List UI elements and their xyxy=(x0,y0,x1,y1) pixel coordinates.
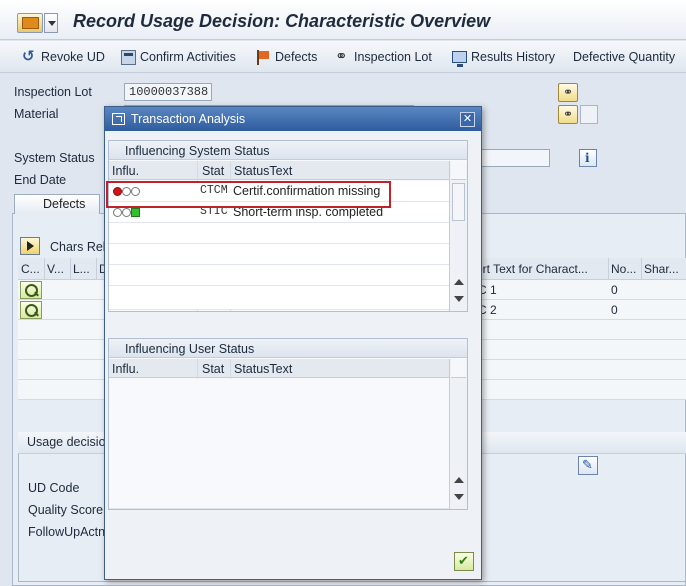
col-header-c: C... xyxy=(21,262,40,276)
title-bar: Record Usage Decision: Characteristic Ov… xyxy=(0,0,686,40)
user-status-section-title: Influencing User Status xyxy=(109,339,467,358)
scroll-header-cell xyxy=(451,359,466,378)
system-status-label: System Status xyxy=(14,151,95,165)
confirm-activities-label: Confirm Activities xyxy=(140,50,236,64)
user-status-scrollbar[interactable] xyxy=(449,359,467,509)
scroll-down-icon[interactable] xyxy=(454,494,464,500)
col-influ: Influ. xyxy=(112,164,140,178)
confirm-check-button[interactable] xyxy=(454,552,474,571)
dialog-title: Transaction Analysis xyxy=(131,112,246,126)
zoom-icon[interactable] xyxy=(20,281,42,299)
empty-row xyxy=(109,244,449,265)
menu-dropdown-button[interactable] xyxy=(44,13,58,33)
revoke-ud-label: Revoke UD xyxy=(41,50,105,64)
green-light-icon xyxy=(131,208,140,217)
inspection-lot-label: Inspection Lot xyxy=(354,50,432,64)
col-header-short-text: ort Text for Charact... xyxy=(476,262,588,276)
zoom-icon[interactable] xyxy=(20,301,42,319)
system-status-columns: Influ. Stat StatusText xyxy=(109,161,449,180)
window-title: Record Usage Decision: Characteristic Ov… xyxy=(73,11,491,31)
display-material-button[interactable]: ⚭ xyxy=(558,105,578,124)
quality-score-label: Quality Score xyxy=(28,503,104,517)
inspection-lot-field[interactable]: 10000037388 xyxy=(124,83,212,101)
monitor-icon xyxy=(452,51,467,67)
scroll-up-icon[interactable] xyxy=(454,279,464,285)
dialog-window-icon xyxy=(112,113,125,125)
glasses-icon: ⚭ xyxy=(562,85,574,99)
application-toolbar: Revoke UD Confirm Activities Defects Ins… xyxy=(0,41,686,73)
empty-list-area xyxy=(109,379,449,509)
results-history-button[interactable]: Results History xyxy=(452,48,556,67)
col-header-l: L... xyxy=(73,262,90,276)
info-icon[interactable] xyxy=(579,149,597,167)
inspection-lot-label: Inspection Lot xyxy=(14,85,92,99)
system-status-section-title: Influencing System Status xyxy=(109,141,467,160)
calculator-icon xyxy=(121,49,136,65)
col-status-text: StatusText xyxy=(234,164,293,178)
material-label: Material xyxy=(14,107,59,121)
col-stat: Stat xyxy=(202,164,225,178)
col-stat: Stat xyxy=(202,362,225,376)
undo-icon xyxy=(22,47,37,65)
defective-quantity-label: Defective Quantity xyxy=(573,50,676,64)
revoke-ud-button[interactable]: Revoke UD xyxy=(22,47,105,66)
light-off-icon xyxy=(122,208,131,217)
system-status-scrollbar[interactable] xyxy=(449,161,467,311)
row-no: 0 xyxy=(611,303,618,317)
empty-row xyxy=(109,223,449,244)
edit-icon[interactable] xyxy=(578,456,598,475)
defective-quantity-button[interactable]: Defective Quantity xyxy=(573,48,675,66)
tab-defects[interactable]: Defects xyxy=(14,194,100,214)
expand-chars-button[interactable] xyxy=(20,237,40,255)
defects-button[interactable]: Defects xyxy=(256,48,317,66)
highlight-box xyxy=(106,181,391,208)
system-menu-button[interactable] xyxy=(17,13,43,33)
flag-icon xyxy=(256,49,271,65)
glasses-icon xyxy=(335,47,350,65)
inspection-lot-button[interactable]: Inspection Lot xyxy=(335,47,432,66)
dialog-title-bar: Transaction Analysis ✕ xyxy=(105,107,481,131)
user-status-columns: Influ. Stat StatusText xyxy=(109,359,449,378)
display-lot-button[interactable]: ⚭ xyxy=(558,83,578,102)
scroll-up-icon[interactable] xyxy=(454,477,464,483)
influencing-user-status-section: Influencing User Status Influ. Stat Stat… xyxy=(108,338,468,510)
col-influ: Influ. xyxy=(112,362,140,376)
light-off-icon xyxy=(113,208,122,217)
col-header-no: No... xyxy=(611,262,637,276)
confirm-activities-button[interactable]: Confirm Activities xyxy=(121,48,236,66)
follow-up-action-label: FollowUpActn xyxy=(28,525,106,539)
ud-code-label: UD Code xyxy=(28,481,80,495)
menu-icon xyxy=(22,17,39,29)
glasses-icon: ⚭ xyxy=(562,107,574,121)
empty-row xyxy=(109,286,449,310)
results-history-label: Results History xyxy=(471,50,556,64)
end-date-label: End Date xyxy=(14,173,67,187)
row-no: 0 xyxy=(611,283,618,297)
col-status-text: StatusText xyxy=(234,362,293,376)
influencing-system-status-section: Influencing System Status Influ. Stat St… xyxy=(108,140,468,312)
scroll-thumb[interactable] xyxy=(452,183,465,221)
close-icon[interactable]: ✕ xyxy=(460,112,475,127)
transaction-analysis-dialog: Transaction Analysis ✕ Influencing Syste… xyxy=(104,106,482,580)
scroll-header-cell xyxy=(451,161,466,180)
scroll-down-icon[interactable] xyxy=(454,296,464,302)
col-header-share: Shar... xyxy=(644,262,679,276)
empty-row xyxy=(109,265,449,286)
col-header-v: V... xyxy=(47,262,64,276)
defects-label: Defects xyxy=(275,50,318,64)
usage-decision-title: Usage decisio xyxy=(27,435,106,449)
document-icon[interactable] xyxy=(580,105,598,124)
